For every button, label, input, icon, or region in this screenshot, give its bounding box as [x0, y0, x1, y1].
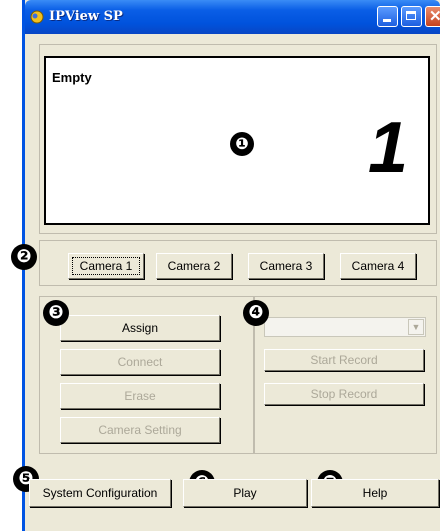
- callout-4: ❹: [243, 300, 269, 326]
- window-title: IPView SP: [49, 9, 123, 24]
- connect-label: Connect: [117, 355, 163, 369]
- camera-2-button[interactable]: Camera 2: [156, 253, 232, 279]
- camera-actions-group: Assign Connect Erase Camera Setting: [39, 296, 255, 454]
- erase-button[interactable]: Erase: [60, 383, 220, 409]
- maximize-button[interactable]: [401, 6, 422, 27]
- play-button[interactable]: Play: [183, 479, 307, 507]
- camera-setting-button[interactable]: Camera Setting: [60, 417, 220, 443]
- help-label: Help: [362, 486, 388, 500]
- system-configuration-button[interactable]: System Configuration: [29, 479, 171, 507]
- camera-3-button[interactable]: Camera 3: [248, 253, 324, 279]
- camera-setting-label: Camera Setting: [98, 423, 182, 437]
- stop-record-label: Stop Record: [310, 387, 378, 401]
- callout-2: ❷: [11, 244, 37, 270]
- play-label: Play: [233, 486, 257, 500]
- video-channel-number: 1: [367, 108, 408, 188]
- system-configuration-label: System Configuration: [42, 486, 158, 500]
- close-button[interactable]: [425, 6, 440, 27]
- stop-record-button[interactable]: Stop Record: [264, 383, 424, 405]
- help-button[interactable]: Help: [311, 479, 439, 507]
- start-record-label: Start Record: [310, 353, 378, 367]
- camera-3-label: Camera 3: [259, 259, 313, 273]
- start-record-button[interactable]: Start Record: [264, 349, 424, 371]
- callout-3: ❸: [43, 300, 69, 326]
- record-group: ▼ Start Record Stop Record: [253, 296, 437, 454]
- video-group: Empty ❶ 1: [39, 44, 437, 234]
- camera-2-label: Camera 2: [167, 259, 221, 273]
- title-bar[interactable]: IPView SP: [25, 0, 440, 34]
- camera-1-button[interactable]: Camera 1: [68, 253, 144, 279]
- assign-button[interactable]: Assign: [60, 315, 220, 341]
- erase-label: Erase: [124, 389, 156, 403]
- camera-4-label: Camera 4: [351, 259, 405, 273]
- record-dropdown[interactable]: ▼: [264, 317, 426, 337]
- chevron-down-icon[interactable]: ▼: [408, 319, 424, 335]
- minimize-button[interactable]: [377, 6, 398, 27]
- video-display[interactable]: Empty ❶ 1: [44, 56, 430, 225]
- callout-1: ❶: [230, 132, 254, 156]
- app-icon: [30, 10, 44, 24]
- camera-select-group: Camera 1 Camera 2 Camera 3 Camera 4: [39, 240, 437, 286]
- ipview-window: IPView SP Empty ❶ 1 Camera 1 Camera 2 Ca…: [11, 0, 440, 531]
- assign-label: Assign: [121, 321, 159, 335]
- camera-1-label: Camera 1: [79, 259, 133, 273]
- connect-button[interactable]: Connect: [60, 349, 220, 375]
- video-status: Empty: [52, 70, 92, 85]
- camera-4-button[interactable]: Camera 4: [340, 253, 416, 279]
